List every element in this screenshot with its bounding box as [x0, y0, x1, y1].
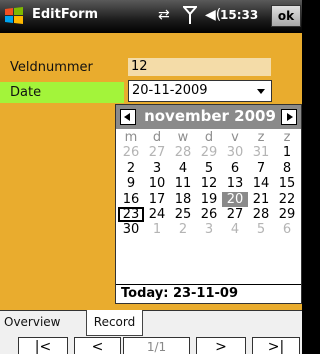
calendar-week-row: 2345678 [118, 161, 300, 176]
calendar-day[interactable]: 8 [274, 161, 300, 176]
calendar-day[interactable]: 29 [274, 207, 300, 222]
tab-bar: Overview Record [0, 310, 302, 336]
previous-month-button[interactable] [120, 109, 136, 125]
edit-form: Veldnummer 12 Date 20-11-2009 november 2… [0, 33, 302, 310]
calendar-day[interactable]: 11 [170, 176, 196, 191]
calendar-day[interactable]: 12 [196, 176, 222, 191]
calendar-dropdown: november 2009 m d w d v z z 26 27 28 29 30 31 1 2 3 4 5 6 7… [115, 104, 302, 304]
calendar-day[interactable]: 23 [118, 206, 144, 223]
calendar-divider [116, 284, 301, 285]
calendar-day[interactable]: 29 [196, 145, 222, 160]
calendar-day[interactable]: 30 [222, 145, 248, 160]
calendar-day[interactable]: 26 [196, 207, 222, 222]
calendar-day[interactable]: 21 [248, 192, 274, 207]
previous-record-button[interactable]: < [74, 337, 121, 354]
calendar-day[interactable]: 14 [248, 176, 274, 191]
calendar-day[interactable]: 1 [144, 222, 170, 237]
calendar-day[interactable]: 5 [248, 222, 274, 237]
calendar-week-row: 16 17 18 19 20 21 22 [118, 191, 300, 207]
calendar-day[interactable]: 1 [274, 145, 300, 160]
calendar-day[interactable]: 31 [248, 145, 274, 160]
calendar-day[interactable]: 27 [222, 207, 248, 222]
next-month-button[interactable] [281, 109, 297, 125]
first-record-button[interactable]: |< [18, 337, 68, 354]
calendar-day[interactable]: 22 [274, 192, 300, 207]
weekday-header: v [231, 130, 239, 145]
calendar-day[interactable]: 4 [222, 222, 248, 237]
next-record-button[interactable]: > [196, 337, 246, 354]
ok-button[interactable]: ok [271, 5, 301, 27]
veldnummer-field[interactable]: 12 [128, 58, 271, 76]
calendar-day[interactable]: 24 [144, 207, 170, 222]
calendar-day[interactable]: 20 [222, 191, 248, 207]
calendar-day[interactable]: 2 [118, 161, 144, 176]
calendar-day[interactable]: 28 [248, 207, 274, 222]
veldnummer-label: Veldnummer [10, 60, 93, 75]
chevron-down-icon[interactable] [257, 89, 265, 94]
calendar-day[interactable]: 30 [118, 222, 144, 237]
calendar-day[interactable]: 19 [196, 192, 222, 207]
record-navigator: |< < 1/1 > >| [0, 336, 302, 354]
windows-logo-icon[interactable] [3, 5, 25, 27]
calendar-today-label[interactable]: Today: 23-11-09 [121, 286, 238, 301]
calendar-day[interactable]: 15 [274, 176, 300, 191]
calendar-day[interactable]: 18 [170, 192, 196, 207]
weekday-header: z [283, 130, 291, 145]
tab-record[interactable]: Record [86, 310, 143, 336]
clock[interactable]: 15:33 [220, 8, 258, 22]
calendar-day[interactable]: 16 [118, 192, 144, 207]
calendar-day[interactable]: 9 [118, 176, 144, 191]
weekday-header: d [204, 130, 214, 145]
calendar-day[interactable]: 17 [144, 192, 170, 207]
calendar-day[interactable]: 3 [144, 161, 170, 176]
calendar-grid: m d w d v z z 26 27 28 29 30 31 1 2 3 4 5 6 7 8 9 10 11 12 13 14 15… [118, 130, 300, 238]
calendar-month-label[interactable]: november 2009 [140, 107, 280, 125]
calendar-day[interactable]: 10 [144, 176, 170, 191]
last-record-button[interactable]: >| [252, 337, 300, 354]
calendar-day[interactable]: 5 [196, 161, 222, 176]
signal-icon[interactable] [183, 5, 197, 25]
weekday-header: m [124, 130, 138, 145]
record-position: 1/1 [123, 337, 190, 354]
calendar-day[interactable]: 27 [144, 145, 170, 160]
weekday-header: d [152, 130, 162, 145]
title-bar: EditForm ⇄ ◀( 15:33 ok [0, 0, 302, 33]
date-value: 20-11-2009 [132, 83, 208, 98]
calendar-week-row: 9 10 11 12 13 14 15 [118, 176, 300, 191]
tab-overview[interactable]: Overview [4, 310, 61, 336]
calendar-week-row: 23 24 25 26 27 28 29 [118, 206, 300, 223]
calendar-header: november 2009 [116, 105, 301, 129]
calendar-day[interactable]: 26 [118, 145, 144, 160]
calendar-day[interactable]: 2 [170, 222, 196, 237]
app-title: EditForm [32, 7, 99, 22]
calendar-week-row: 30 1 2 3 4 5 6 [118, 222, 300, 237]
date-picker[interactable]: 20-11-2009 [128, 80, 272, 102]
calendar-day[interactable]: 6 [222, 161, 248, 176]
calendar-day[interactable]: 4 [170, 161, 196, 176]
calendar-day[interactable]: 3 [196, 222, 222, 237]
calendar-day[interactable]: 13 [222, 176, 248, 191]
calendar-day[interactable]: 6 [274, 222, 300, 237]
date-label: Date [0, 82, 124, 103]
calendar-day[interactable]: 7 [248, 161, 274, 176]
volume-icon[interactable]: ◀( [205, 7, 221, 23]
connectivity-icon[interactable]: ⇄ [158, 7, 170, 23]
calendar-week-row: 26 27 28 29 30 31 1 [118, 145, 300, 160]
weekday-header: z [257, 130, 265, 145]
calendar-day[interactable]: 25 [170, 207, 196, 222]
calendar-day[interactable]: 28 [170, 145, 196, 160]
weekday-header: w [177, 130, 189, 145]
calendar-weekday-row: mdwdvzz [118, 130, 300, 145]
